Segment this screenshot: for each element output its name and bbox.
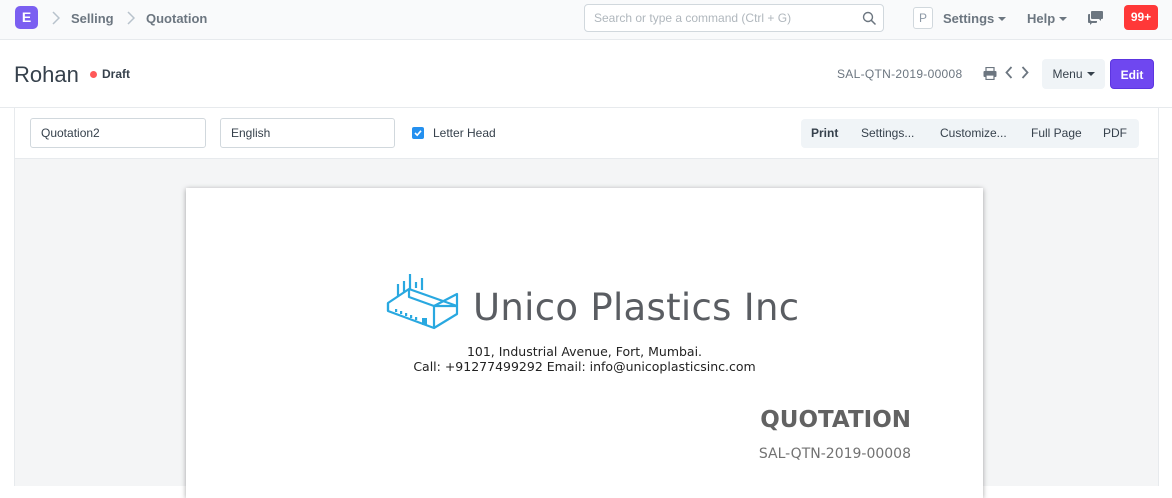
customize-button[interactable]: Customize... xyxy=(940,119,1007,148)
letter-head-label: Letter Head xyxy=(433,126,496,140)
pdf-button[interactable]: PDF xyxy=(1103,119,1127,148)
page-title: Rohan xyxy=(14,62,79,87)
caret-down-icon xyxy=(998,16,1007,21)
language-select[interactable]: English xyxy=(220,118,395,148)
chevron-right-icon[interactable] xyxy=(1021,66,1029,79)
page-header: Rohan Draft SAL-QTN-2019-00008 Menu Edit xyxy=(0,40,1172,108)
print-document: Unico Plastics Inc 101, Industrial Avenu… xyxy=(186,188,983,498)
chevron-right-icon xyxy=(52,11,60,25)
menu-label: Menu xyxy=(1052,67,1083,81)
chat-icon[interactable] xyxy=(1088,10,1104,25)
print-button[interactable]: Print xyxy=(811,119,838,148)
document-number: SAL-QTN-2019-00008 xyxy=(758,446,911,462)
status-indicator-dot xyxy=(90,71,97,78)
document-name: SAL-QTN-2019-00008 xyxy=(837,67,963,81)
help-label: Help xyxy=(1027,11,1056,26)
print-format-select[interactable]: Quotation2 xyxy=(30,118,206,148)
status-badge: Draft xyxy=(102,67,131,81)
app-logo[interactable]: E xyxy=(15,6,38,29)
settings-dropdown[interactable]: Settings xyxy=(943,11,1007,26)
letter-head-checkbox[interactable] xyxy=(412,127,424,139)
caret-down-icon xyxy=(1086,71,1095,76)
breadcrumb-selling[interactable]: Selling xyxy=(71,11,114,26)
search-icon[interactable] xyxy=(862,11,877,26)
print-icon[interactable] xyxy=(983,67,997,80)
chevron-left-icon[interactable] xyxy=(1005,66,1013,79)
company-name: Unico Plastics Inc xyxy=(473,286,800,329)
company-contact: Call: +91277499292 Email: info@unicoplas… xyxy=(413,359,756,374)
breadcrumb-quotation[interactable]: Quotation xyxy=(146,11,207,26)
full-page-button[interactable]: Full Page xyxy=(1031,119,1082,148)
document-heading: QUOTATION xyxy=(760,407,911,433)
help-dropdown[interactable]: Help xyxy=(1027,11,1068,26)
edit-button[interactable]: Edit xyxy=(1110,59,1154,89)
notification-badge[interactable]: 99+ xyxy=(1124,5,1158,30)
chevron-right-icon xyxy=(127,11,135,25)
search-box xyxy=(584,4,884,32)
settings-label: Settings xyxy=(943,11,995,26)
caret-down-icon xyxy=(1059,16,1068,21)
navbar: E Selling Quotation P Settings Help 99+ xyxy=(0,0,1172,40)
print-settings-button[interactable]: Settings... xyxy=(861,119,914,148)
factory-icon xyxy=(386,274,459,330)
print-actions: Print Settings... Customize... Full Page… xyxy=(801,119,1139,148)
check-icon xyxy=(414,130,422,137)
avatar[interactable]: P xyxy=(913,7,933,29)
search-input[interactable] xyxy=(585,5,845,31)
print-toolbar: Quotation2 English Letter Head Print Set… xyxy=(15,108,1158,159)
company-address: 101, Industrial Avenue, Fort, Mumbai. xyxy=(466,344,703,359)
menu-button[interactable]: Menu xyxy=(1042,59,1105,89)
print-preview-area: Quotation2 English Letter Head Print Set… xyxy=(14,108,1159,498)
